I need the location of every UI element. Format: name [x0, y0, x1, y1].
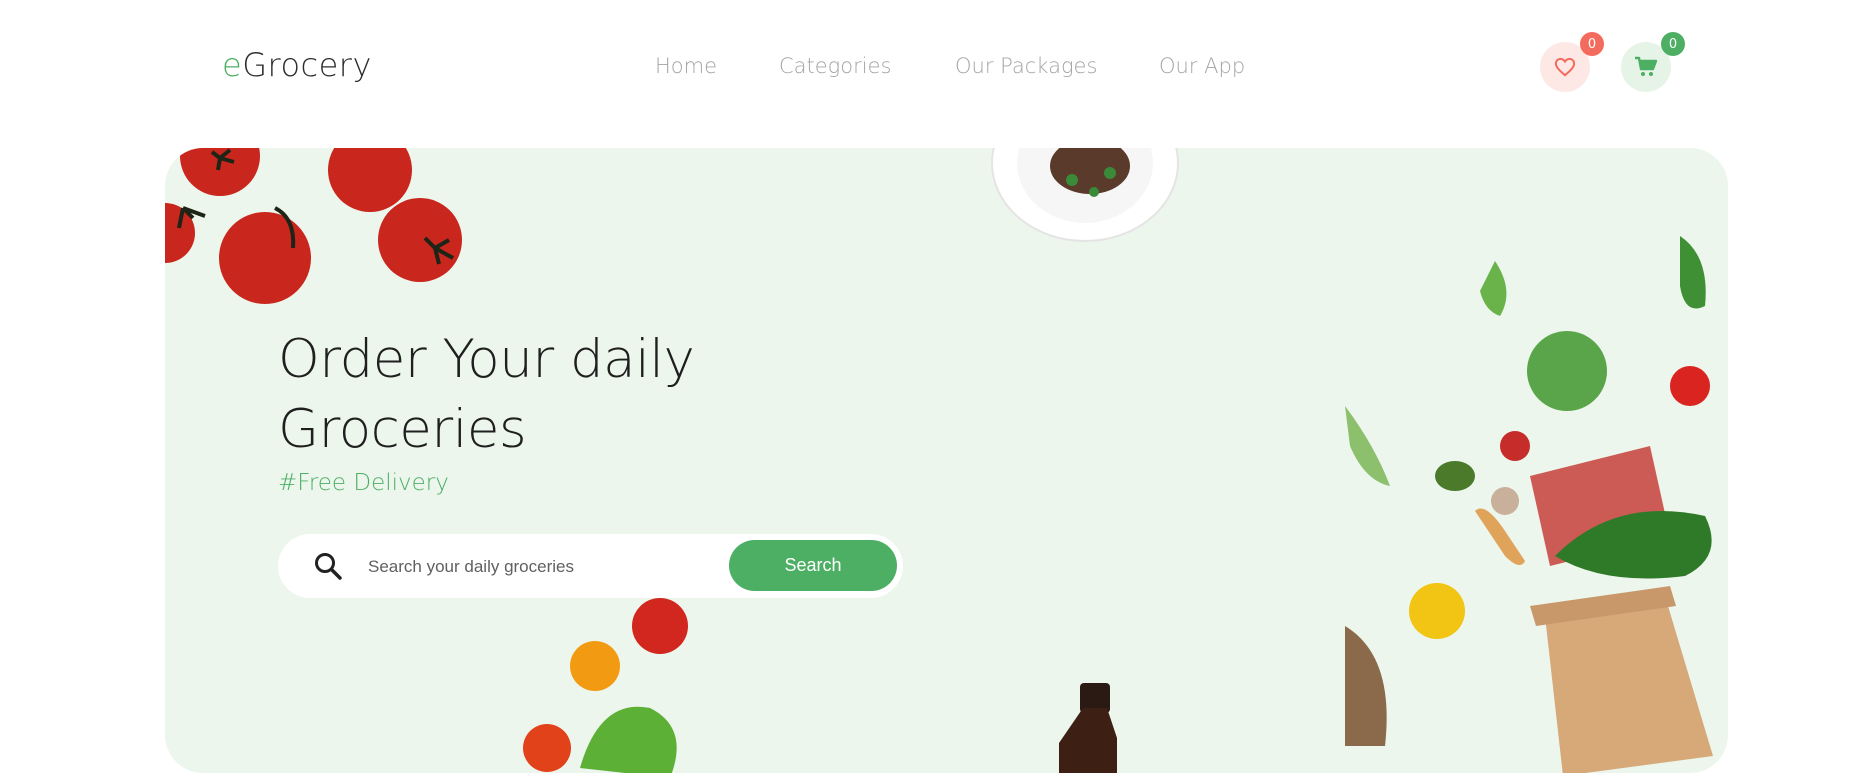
nav-item-our-packages[interactable]: Our Packages	[955, 54, 1097, 78]
salad-vegetables-image	[523, 598, 688, 773]
wishlist-button[interactable]: 0	[1540, 32, 1604, 92]
nav-item-home[interactable]: Home	[655, 54, 717, 78]
nav-item-our-app[interactable]: Our App	[1159, 54, 1245, 78]
grocery-bag-image	[1345, 236, 1713, 773]
cart-count-badge: 0	[1661, 32, 1685, 56]
hero-banner: Order Your daily Groceries #Free Deliver…	[165, 148, 1728, 773]
heart-icon	[1554, 57, 1576, 77]
site-header: eGrocery Home Categories Our Packages Ou…	[0, 0, 1869, 140]
hero-headline: Order Your daily Groceries	[278, 325, 695, 465]
search-input[interactable]	[366, 548, 720, 586]
search-icon	[315, 553, 342, 580]
oil-bottle-image	[1059, 683, 1117, 773]
hero-headline-line-2: Groceries	[278, 399, 527, 460]
hero-headline-line-1: Order Your daily	[278, 329, 695, 390]
free-delivery-tag: #Free Delivery	[278, 470, 449, 496]
search-bar: Search	[278, 534, 903, 598]
tomatoes-image	[165, 148, 462, 304]
search-button[interactable]: Search	[729, 540, 897, 591]
nav-item-categories[interactable]: Categories	[779, 54, 891, 78]
cart-icon	[1635, 56, 1658, 76]
plated-dish-image	[991, 148, 1179, 242]
wishlist-count-badge: 0	[1580, 32, 1604, 56]
cart-button[interactable]: 0	[1621, 32, 1685, 92]
